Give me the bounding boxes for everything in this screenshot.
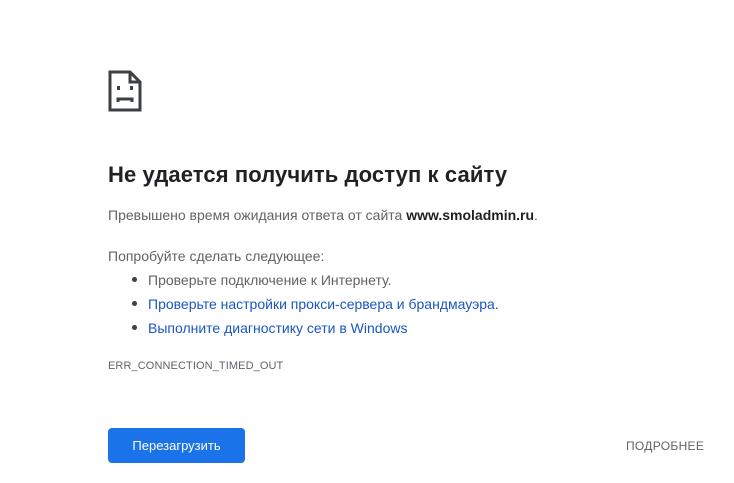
proxy-firewall-link[interactable]: Проверьте настройки прокси-сервера и бра… (148, 296, 499, 312)
page-title: Не удается получить доступ к сайту (108, 162, 508, 187)
suggestions-heading: Попробуйте сделать следующее: (108, 248, 325, 264)
suggestion-network-diagnostics[interactable]: Выполните диагностику сети в Windows (108, 316, 499, 340)
suggestion-proxy-firewall[interactable]: Проверьте настройки прокси-сервера и бра… (108, 292, 499, 316)
error-summary: Превышено время ожидания ответа от сайта… (108, 205, 538, 225)
suggestions-list: Проверьте подключение к Интернету. Прове… (108, 268, 499, 340)
summary-prefix: Превышено время ожидания ответа от сайта (108, 207, 407, 223)
error-code: ERR_CONNECTION_TIMED_OUT (108, 360, 284, 372)
summary-suffix: . (534, 207, 538, 223)
sad-page-icon (108, 70, 142, 112)
details-button[interactable]: ПОДРОБНЕЕ (600, 436, 720, 456)
network-diagnostics-link[interactable]: Выполните диагностику сети в Windows (148, 320, 407, 336)
site-host: www.smoladmin.ru (406, 207, 535, 223)
suggestion-check-connection: Проверьте подключение к Интернету. (108, 268, 499, 292)
reload-button[interactable]: Перезагрузить (108, 428, 245, 463)
suggestion-text: Проверьте подключение к Интернету. (148, 272, 392, 288)
